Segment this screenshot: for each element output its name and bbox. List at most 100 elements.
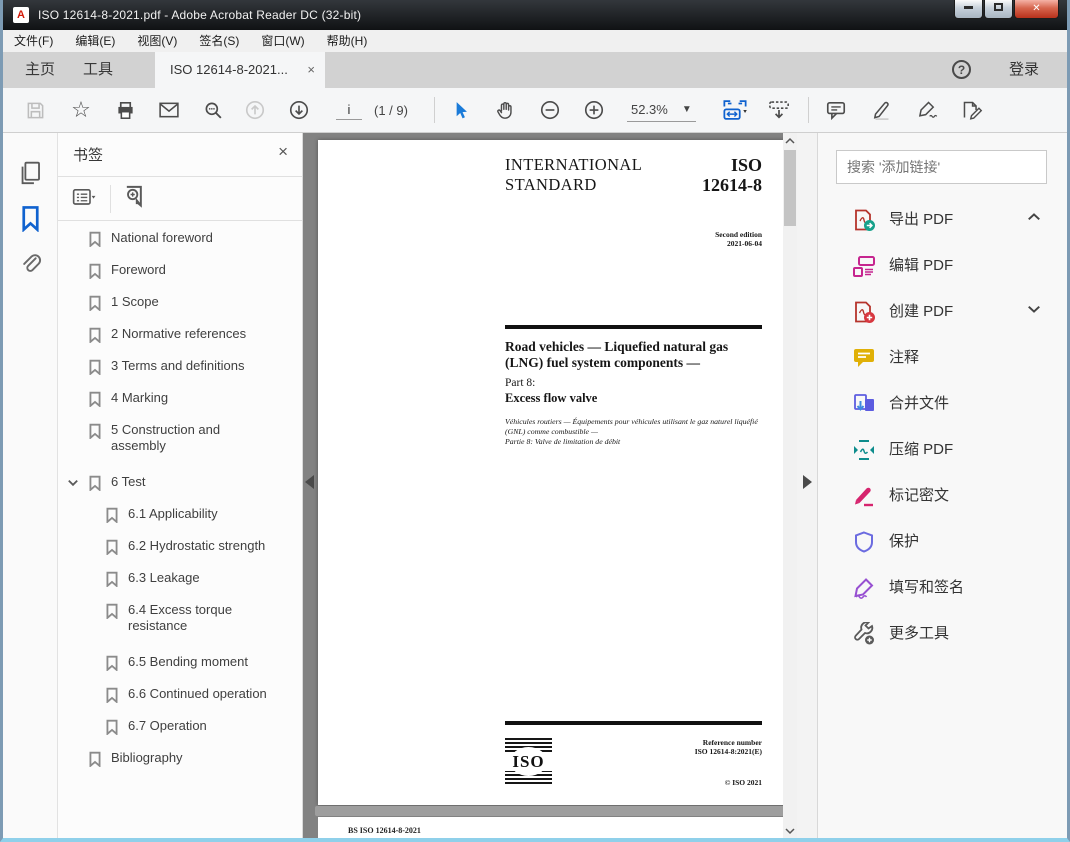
bookmark-normative-references[interactable]: 2 Normative references: [58, 326, 302, 343]
menu-help[interactable]: 帮助(H): [316, 30, 379, 52]
tools-panel: 导出 PDF 编辑 PDF 创建 PDF 注释 合并文件: [817, 133, 1067, 838]
part-title: Excess flow valve: [505, 391, 598, 405]
menu-edit[interactable]: 编辑(E): [64, 30, 126, 52]
next-page-button[interactable]: [288, 99, 310, 121]
zoom-out-button[interactable]: [539, 99, 561, 121]
bookmark-bibliography[interactable]: Bibliography: [58, 750, 302, 767]
bookmark-test[interactable]: 6 Test: [58, 474, 302, 491]
collapse-left-panel-icon[interactable]: [305, 475, 314, 489]
close-button[interactable]: ✕: [1014, 0, 1059, 19]
bookmarks-close-icon[interactable]: ×: [278, 142, 288, 162]
tool-export-pdf[interactable]: 导出 PDF: [818, 197, 1067, 243]
vertical-scrollbar[interactable]: [783, 133, 797, 838]
comment-tool-button[interactable]: [825, 99, 847, 121]
select-tool-button[interactable]: [449, 99, 471, 121]
tool-more-tools[interactable]: 更多工具: [818, 611, 1067, 657]
zoom-level-select[interactable]: 52.3% ▼: [626, 98, 696, 122]
bookmark-terms-definitions[interactable]: 3 Terms and definitions: [58, 358, 302, 375]
bookmark-excess-torque[interactable]: 6.4 Excess torque resistance: [58, 602, 302, 634]
bookmark-leakage[interactable]: 6.3 Leakage: [58, 570, 302, 587]
tab-home[interactable]: 主页: [25, 52, 55, 88]
scroll-down-button[interactable]: [783, 823, 797, 838]
export-pdf-icon: [855, 209, 875, 231]
bookmark-operation[interactable]: 6.7 Operation: [58, 718, 302, 735]
bookmark-continued-operation[interactable]: 6.6 Continued operation: [58, 686, 302, 703]
stamp-tool-button[interactable]: [961, 99, 983, 121]
tool-protect[interactable]: 保护: [818, 519, 1067, 565]
bookmark-scope[interactable]: 1 Scope: [58, 294, 302, 311]
scroll-up-button[interactable]: [783, 133, 797, 148]
minimize-button[interactable]: [954, 0, 983, 19]
bookmark-construction-assembly[interactable]: 5 Construction and assembly: [58, 422, 302, 454]
bookmark-icon: [89, 231, 101, 247]
pdf-page-2-partial[interactable]: BS ISO 12614-8-2021: [318, 817, 790, 838]
horizontal-scrollbar-thumb[interactable]: [315, 806, 791, 816]
tools-search-input[interactable]: [836, 150, 1047, 184]
tab-close-icon[interactable]: ×: [307, 52, 315, 88]
help-icon[interactable]: ?: [952, 60, 971, 79]
title-bar[interactable]: A ISO 12614-8-2021.pdf - Adobe Acrobat R…: [3, 0, 1067, 30]
copyright-label: © ISO 2021: [724, 778, 762, 787]
bookmark-options-button[interactable]: [72, 186, 96, 215]
search-button[interactable]: [202, 99, 224, 121]
document-area[interactable]: INTERNATIONAL STANDARD ISO 12614-8 Secon…: [303, 133, 817, 838]
tab-tools[interactable]: 工具: [83, 52, 113, 88]
star-button[interactable]: ☆: [70, 99, 92, 121]
hand-tool-button[interactable]: [495, 99, 517, 121]
tool-fill-sign[interactable]: 填写和签名: [818, 565, 1067, 611]
bookmarks-options-row: [58, 177, 302, 221]
tab-document[interactable]: ISO 12614-8-2021... ×: [155, 52, 325, 88]
tool-edit-pdf[interactable]: 编辑 PDF: [818, 243, 1067, 289]
tab-bar: 主页 工具 ISO 12614-8-2021... × ? 登录: [3, 52, 1067, 88]
tool-redact[interactable]: 标记密文: [818, 473, 1067, 519]
window-title: ISO 12614-8-2021.pdf - Adobe Acrobat Rea…: [38, 8, 362, 22]
save-button[interactable]: [24, 99, 46, 121]
menu-window[interactable]: 窗口(W): [250, 30, 315, 52]
print-button[interactable]: [114, 99, 136, 121]
sign-in-button[interactable]: 登录: [1009, 52, 1039, 88]
menu-view[interactable]: 视图(V): [126, 30, 188, 52]
maximize-button[interactable]: [984, 0, 1013, 19]
pdf-page-1[interactable]: INTERNATIONAL STANDARD ISO 12614-8 Secon…: [318, 140, 790, 805]
page-number-input[interactable]: [336, 100, 362, 120]
bookmark-marking[interactable]: 4 Marking: [58, 390, 302, 407]
tool-compress-pdf[interactable]: 压缩 PDF: [818, 427, 1067, 473]
bookmark-hydrostatic-strength[interactable]: 6.2 Hydrostatic strength: [58, 538, 302, 555]
menu-file[interactable]: 文件(F): [3, 30, 64, 52]
vertical-scrollbar-thumb[interactable]: [784, 150, 796, 226]
expand-right-panel-icon[interactable]: [803, 475, 812, 489]
email-button[interactable]: [158, 99, 180, 121]
bookmark-icon: [106, 603, 118, 619]
highlight-tool-button[interactable]: [871, 99, 893, 121]
fill-sign-tool-button[interactable]: [917, 99, 939, 121]
fit-width-button[interactable]: [720, 99, 750, 121]
arrow-up-circle-icon: [245, 100, 265, 120]
bookmark-applicability[interactable]: 6.1 Applicability: [58, 506, 302, 523]
bookmark-national-foreword[interactable]: National foreword: [58, 230, 302, 247]
bookmarks-list: National foreword Foreword 1 Scope 2 Nor…: [58, 230, 302, 838]
previous-page-button[interactable]: [244, 99, 266, 121]
tool-combine-files[interactable]: 合并文件: [818, 381, 1067, 427]
bookmark-icon: [89, 391, 101, 407]
tool-create-pdf[interactable]: 创建 PDF: [818, 289, 1067, 335]
bookmark-bending-moment[interactable]: 6.5 Bending moment: [58, 654, 302, 671]
bookmark-icon: [106, 687, 118, 703]
comment-icon: [826, 101, 845, 120]
bookmark-foreword[interactable]: Foreword: [58, 262, 302, 279]
bookmark-icon: [89, 295, 101, 311]
reference-block: Reference number ISO 12614-8:2021(E): [694, 738, 762, 756]
reading-mode-button[interactable]: [768, 99, 790, 121]
minus-circle-icon: [540, 100, 560, 120]
page-thumbnails-button[interactable]: [19, 161, 42, 191]
tool-comment[interactable]: 注释: [818, 335, 1067, 381]
bookmark-icon: [89, 359, 101, 375]
zoom-in-button[interactable]: [583, 99, 605, 121]
menu-sign[interactable]: 签名(S): [188, 30, 250, 52]
maximize-icon: [994, 3, 1003, 11]
bookmark-icon: [106, 655, 118, 671]
expand-current-bookmark-button[interactable]: [122, 184, 148, 217]
chevron-up-icon: [785, 137, 795, 144]
attachments-button[interactable]: [19, 251, 42, 281]
tab-document-label: ISO 12614-8-2021...: [170, 62, 288, 77]
bookmarks-nav-button[interactable]: [19, 205, 42, 237]
